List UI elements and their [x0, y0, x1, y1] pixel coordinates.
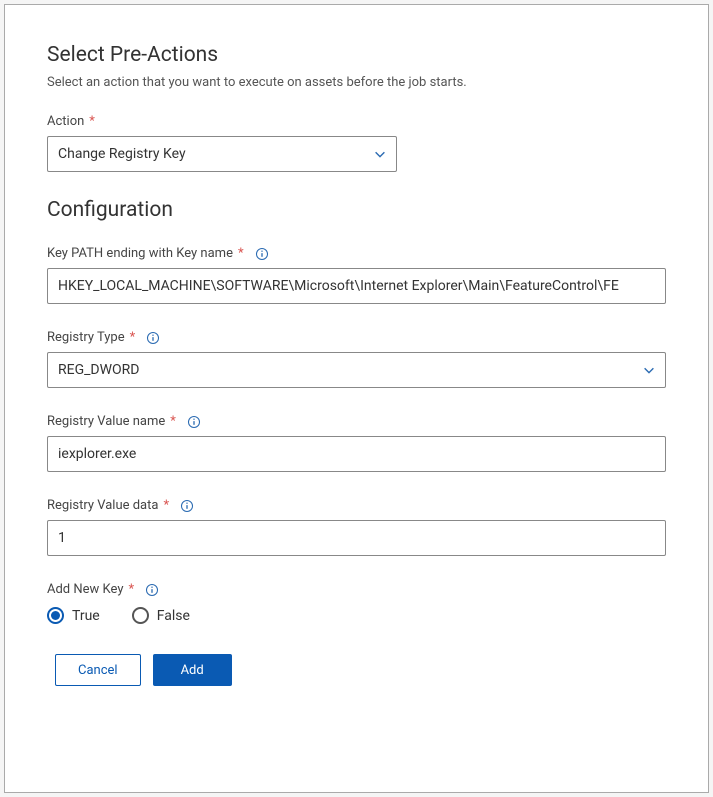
action-select-value[interactable] [47, 136, 397, 172]
section-title: Select Pre-Actions [47, 43, 666, 67]
add-new-key-label-row: Add New Key * [47, 582, 666, 597]
key-path-label: Key PATH ending with Key name [47, 246, 233, 261]
registry-type-label-row: Registry Type * [47, 330, 666, 345]
action-select[interactable] [47, 136, 397, 172]
info-icon[interactable] [145, 583, 159, 597]
info-icon[interactable] [146, 331, 160, 345]
add-new-key-group: Add New Key * True False [47, 582, 666, 624]
registry-value-data-label-row: Registry Value data * [47, 498, 666, 513]
registry-value-data-group: Registry Value data * [47, 498, 666, 556]
radio-dot [51, 611, 60, 620]
registry-value-name-input[interactable] [47, 436, 666, 472]
pre-actions-panel: Select Pre-Actions Select an action that… [4, 4, 709, 793]
info-icon[interactable] [255, 247, 269, 261]
section-subtitle: Select an action that you want to execut… [47, 75, 666, 90]
action-group: Action * [47, 114, 397, 172]
required-asterisk: * [128, 582, 134, 597]
registry-value-name-group: Registry Value name * [47, 414, 666, 472]
cancel-button[interactable]: Cancel [55, 654, 141, 686]
required-asterisk: * [170, 414, 176, 429]
configuration-title: Configuration [47, 198, 666, 222]
registry-value-data-input[interactable] [47, 520, 666, 556]
action-label: Action [47, 114, 84, 129]
info-icon[interactable] [187, 415, 201, 429]
registry-type-label: Registry Type [47, 330, 125, 345]
required-asterisk: * [238, 246, 244, 261]
required-asterisk: * [163, 498, 169, 513]
radio-false-label: False [157, 608, 190, 624]
key-path-group: Key PATH ending with Key name * [47, 246, 666, 304]
radio-false[interactable]: False [132, 607, 190, 624]
radio-circle-checked [47, 607, 64, 624]
radio-circle-unchecked [132, 607, 149, 624]
required-asterisk: * [130, 330, 136, 345]
registry-value-name-label-row: Registry Value name * [47, 414, 666, 429]
registry-type-select[interactable] [47, 352, 666, 388]
registry-type-select-value[interactable] [47, 352, 666, 388]
radio-true-label: True [72, 608, 100, 624]
info-icon[interactable] [180, 499, 194, 513]
registry-value-data-label: Registry Value data [47, 498, 158, 513]
add-new-key-radio-row: True False [47, 607, 666, 624]
key-path-label-row: Key PATH ending with Key name * [47, 246, 666, 261]
button-row: Cancel Add [55, 654, 666, 686]
radio-true[interactable]: True [47, 607, 100, 624]
registry-value-name-label: Registry Value name [47, 414, 165, 429]
required-asterisk: * [89, 114, 95, 129]
registry-type-group: Registry Type * [47, 330, 666, 388]
add-button[interactable]: Add [153, 654, 232, 686]
add-new-key-label: Add New Key [47, 582, 123, 597]
action-label-row: Action * [47, 114, 397, 129]
key-path-input[interactable] [47, 268, 666, 304]
